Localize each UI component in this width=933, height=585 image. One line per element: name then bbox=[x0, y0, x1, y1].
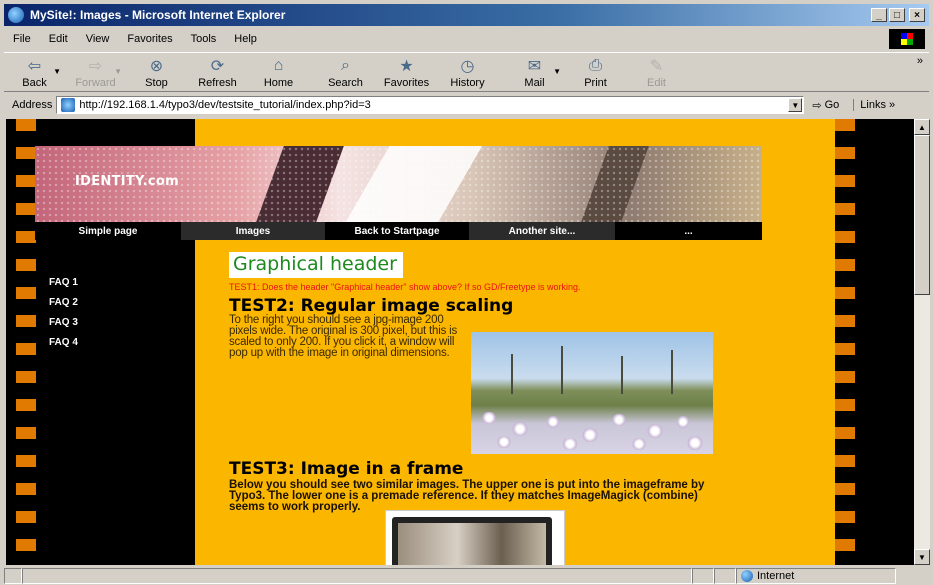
stop-icon: ⊗ bbox=[149, 58, 164, 75]
back-label: Back bbox=[22, 77, 47, 89]
forward-dropdown-icon[interactable]: ▼ bbox=[114, 67, 122, 76]
minimize-button[interactable]: _ bbox=[871, 8, 887, 22]
menu-item-faq-1[interactable]: FAQ 1 bbox=[49, 277, 78, 297]
nav-item-simple-page[interactable]: Simple page bbox=[35, 222, 181, 240]
menu-bar: File Edit View Favorites Tools Help bbox=[4, 28, 929, 50]
window-title: MySite!: Images - Microsoft Internet Exp… bbox=[30, 8, 286, 22]
menu-favorites[interactable]: Favorites bbox=[118, 33, 181, 45]
vertical-scrollbar[interactable]: ▲ ▼ bbox=[914, 119, 930, 565]
scroll-thumb[interactable] bbox=[914, 135, 930, 295]
menu-help[interactable]: Help bbox=[225, 33, 266, 45]
menu-file[interactable]: File bbox=[4, 33, 40, 45]
test3-heading: TEST3: Image in a frame bbox=[229, 459, 464, 479]
site-header-banner: IDENTITY.com bbox=[35, 146, 762, 222]
globe-icon bbox=[741, 570, 753, 582]
history-button[interactable]: ◷ History bbox=[437, 53, 498, 91]
print-button[interactable]: ⎙ Print bbox=[565, 53, 626, 91]
top-navigation: Simple page Images Back to Startpage Ano… bbox=[35, 222, 762, 240]
scroll-down-icon[interactable]: ▼ bbox=[914, 549, 930, 565]
nav-item-more[interactable]: ... bbox=[615, 222, 762, 240]
favorites-button[interactable]: ★ Favorites bbox=[376, 53, 437, 91]
forward-arrow-icon: ⇨ bbox=[88, 58, 103, 75]
address-bar: Address http://192.168.1.4/typo3/dev/tes… bbox=[4, 94, 929, 116]
close-button[interactable]: × bbox=[909, 8, 925, 22]
back-button[interactable]: ⇦ Back ▼ bbox=[4, 53, 65, 91]
go-label: Go bbox=[824, 99, 840, 111]
page-viewport: IDENTITY.com Simple page Images Back to … bbox=[6, 119, 914, 565]
main-content: Graphical header TEST1: Does the header … bbox=[229, 252, 713, 565]
menu-tools[interactable]: Tools bbox=[182, 33, 226, 45]
menu-edit[interactable]: Edit bbox=[40, 33, 77, 45]
test1-text: TEST1: Does the header "Graphical header… bbox=[229, 282, 581, 292]
forward-label: Forward bbox=[75, 77, 116, 89]
status-bar: Internet bbox=[4, 567, 929, 585]
mail-button[interactable]: ✉ Mail ▼ bbox=[504, 53, 565, 91]
standard-toolbar: ⇦ Back ▼ ⇨ Forward ▼ ⊗ Stop ⟳ Refresh ⌂ … bbox=[4, 52, 929, 92]
print-icon: ⎙ bbox=[589, 57, 602, 74]
menu-item-faq-2[interactable]: FAQ 2 bbox=[49, 297, 78, 317]
back-dropdown-icon[interactable]: ▼ bbox=[53, 67, 61, 76]
favorites-icon: ★ bbox=[399, 58, 414, 75]
site-logo[interactable]: IDENTITY.com bbox=[75, 174, 179, 189]
home-button[interactable]: ⌂ Home bbox=[248, 53, 309, 91]
go-button[interactable]: ⇨ Go bbox=[812, 99, 839, 112]
status-page-icon bbox=[4, 568, 22, 584]
edit-label: Edit bbox=[647, 77, 666, 89]
address-input[interactable]: http://192.168.1.4/typo3/dev/testsite_tu… bbox=[56, 96, 805, 114]
menu-item-faq-4[interactable]: FAQ 4 bbox=[49, 337, 78, 357]
home-label: Home bbox=[263, 77, 294, 89]
nav-item-back-to-startpage[interactable]: Back to Startpage bbox=[325, 222, 469, 240]
nav-item-another-site[interactable]: Another site... bbox=[469, 222, 615, 240]
edit-icon: ✎ bbox=[649, 58, 664, 75]
go-arrow-icon: ⇨ bbox=[812, 99, 822, 112]
scroll-up-icon[interactable]: ▲ bbox=[914, 119, 930, 135]
browser-window: MySite!: Images - Microsoft Internet Exp… bbox=[0, 0, 933, 585]
test2-heading: TEST2: Regular image scaling bbox=[229, 296, 514, 316]
left-film-strip bbox=[16, 119, 36, 565]
toolbar-more-icon[interactable]: » bbox=[917, 55, 923, 67]
address-dropdown-icon[interactable]: ▼ bbox=[788, 98, 803, 112]
nav-item-images[interactable]: Images bbox=[181, 222, 325, 240]
title-bar: MySite!: Images - Microsoft Internet Exp… bbox=[4, 4, 929, 26]
address-label: Address bbox=[12, 99, 53, 111]
scaled-crocus-image[interactable] bbox=[471, 332, 713, 454]
zone-label: Internet bbox=[757, 570, 795, 582]
refresh-button[interactable]: ⟳ Refresh bbox=[187, 53, 248, 91]
security-zone: Internet bbox=[736, 568, 896, 584]
framed-image bbox=[385, 510, 565, 565]
status-message bbox=[22, 568, 692, 584]
forward-button[interactable]: ⇨ Forward ▼ bbox=[65, 53, 126, 91]
right-film-strip bbox=[835, 119, 855, 565]
windows-logo-icon bbox=[889, 29, 925, 49]
mail-icon: ✉ bbox=[527, 58, 542, 75]
graphical-header-image: Graphical header bbox=[229, 252, 403, 278]
graphical-header-text: Graphical header bbox=[233, 253, 397, 275]
links-button[interactable]: Links » bbox=[853, 99, 895, 111]
edit-button[interactable]: ✎ Edit bbox=[626, 53, 687, 91]
menu-item-faq-3[interactable]: FAQ 3 bbox=[49, 317, 78, 337]
stop-label: Stop bbox=[145, 77, 168, 89]
page-icon bbox=[61, 98, 76, 112]
left-menu: FAQ 1 FAQ 2 FAQ 3 FAQ 4 bbox=[49, 277, 78, 357]
history-icon: ◷ bbox=[460, 58, 475, 75]
maximize-button[interactable]: □ bbox=[889, 8, 905, 22]
home-icon: ⌂ bbox=[273, 57, 284, 74]
history-label: History bbox=[450, 77, 485, 89]
test2-body: To the right you should see a jpg-image … bbox=[229, 314, 458, 359]
test3-body: Below you should see two similar images.… bbox=[229, 479, 705, 513]
refresh-label: Refresh bbox=[198, 77, 237, 89]
stop-button[interactable]: ⊗ Stop bbox=[126, 53, 187, 91]
address-url[interactable]: http://192.168.1.4/typo3/dev/testsite_tu… bbox=[79, 99, 370, 111]
print-label: Print bbox=[584, 77, 607, 89]
search-icon: ⌕ bbox=[341, 57, 350, 74]
search-button[interactable]: ⌕ Search bbox=[315, 53, 376, 91]
refresh-icon: ⟳ bbox=[210, 58, 225, 75]
internet-explorer-icon bbox=[8, 7, 24, 23]
search-label: Search bbox=[328, 77, 363, 89]
favorites-label: Favorites bbox=[383, 77, 430, 89]
back-arrow-icon: ⇦ bbox=[27, 58, 42, 75]
mail-dropdown-icon[interactable]: ▼ bbox=[553, 67, 561, 76]
menu-view[interactable]: View bbox=[77, 33, 119, 45]
mail-label: Mail bbox=[524, 77, 545, 89]
